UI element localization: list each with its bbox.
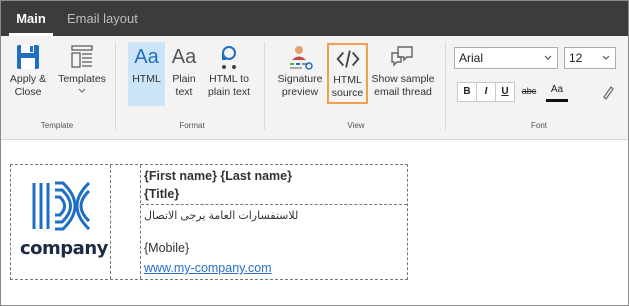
format-group-label: Format: [179, 121, 205, 130]
chevron-down-icon: [78, 88, 86, 93]
font-group-label: Font: [530, 121, 547, 130]
convert-icon: [222, 46, 236, 69]
templates-label: Templates: [58, 73, 106, 85]
tab-email-layout[interactable]: Email layout: [67, 1, 139, 36]
group-divider: [115, 42, 116, 130]
templates-button[interactable]: Templates: [55, 42, 109, 106]
signature-table[interactable]: company {First name} {Last name} {Title}…: [10, 164, 408, 280]
signature-preview-icon: [290, 46, 313, 70]
save-icon: [17, 45, 39, 69]
chat-bubble-icon: [391, 46, 413, 67]
company-logo-icon: [32, 181, 91, 231]
template-group-label: Template: [40, 121, 74, 130]
logo-text: company: [20, 238, 108, 259]
name-title-block: {First name} {Last name} {Title}: [141, 165, 407, 205]
signature-editor-window: Main Email layout Apply & Close Template…: [0, 0, 629, 306]
mobile-placeholder[interactable]: {Mobile}: [144, 241, 189, 255]
plain-text-icon: Aa: [171, 46, 197, 68]
title-placeholder[interactable]: {Title}: [144, 187, 179, 201]
underline-button[interactable]: U: [495, 82, 515, 102]
tab-main[interactable]: Main: [5, 1, 57, 36]
html-format-button[interactable]: Aa HTML: [128, 42, 165, 106]
code-icon: [336, 50, 359, 68]
group-divider: [264, 42, 265, 130]
font-family-value: Arial: [459, 51, 484, 65]
html-format-icon: Aa: [134, 46, 159, 68]
plain-text-button[interactable]: Aa Plain text: [168, 42, 200, 106]
chevron-down-icon: [602, 55, 610, 60]
website-link[interactable]: www.my-company.com: [144, 261, 272, 275]
font-size-value: 12: [569, 51, 583, 65]
html-source-button[interactable]: HTML source: [327, 43, 368, 104]
tab-bar: Main Email layout: [1, 1, 628, 36]
html-to-plain-label: HTML to plain text: [207, 73, 251, 98]
italic-button[interactable]: I: [476, 82, 496, 102]
ribbon: Apply & Close Templates Template Aa HTML…: [1, 36, 628, 140]
group-divider: [445, 42, 446, 130]
spacer-cell: [111, 165, 141, 279]
html-source-label: HTML source: [331, 74, 364, 99]
bold-button[interactable]: B: [457, 82, 477, 102]
name-placeholder[interactable]: {First name} {Last name}: [144, 169, 292, 183]
templates-icon: [71, 45, 93, 68]
contact-info-cell[interactable]: {First name} {Last name} {Title} للاستفس…: [141, 165, 407, 279]
chevron-down-icon: [544, 55, 552, 60]
signature-preview-button[interactable]: Signature preview: [277, 42, 323, 106]
strikethrough-button[interactable]: abc: [519, 82, 539, 102]
logo-cell[interactable]: company: [11, 165, 111, 279]
html-to-plain-button[interactable]: HTML to plain text: [204, 42, 254, 106]
view-group-label: View: [347, 121, 365, 130]
arabic-contact-text[interactable]: للاستفسارات العامة يرجى الاتصال: [144, 209, 298, 222]
plain-text-label: Plain text: [172, 73, 196, 98]
show-sample-label: Show sample email thread: [371, 73, 435, 98]
font-size-select[interactable]: 12: [564, 47, 616, 69]
eraser-icon[interactable]: [601, 84, 615, 100]
signature-preview-label: Signature preview: [277, 73, 323, 98]
apply-close-label: Apply & Close: [9, 73, 47, 98]
font-color-button[interactable]: Aa: [546, 82, 568, 102]
html-label: HTML: [132, 73, 161, 85]
font-family-select[interactable]: Arial: [454, 47, 558, 69]
show-sample-thread-button[interactable]: Show sample email thread: [370, 42, 436, 106]
apply-close-button[interactable]: Apply & Close: [4, 42, 52, 106]
